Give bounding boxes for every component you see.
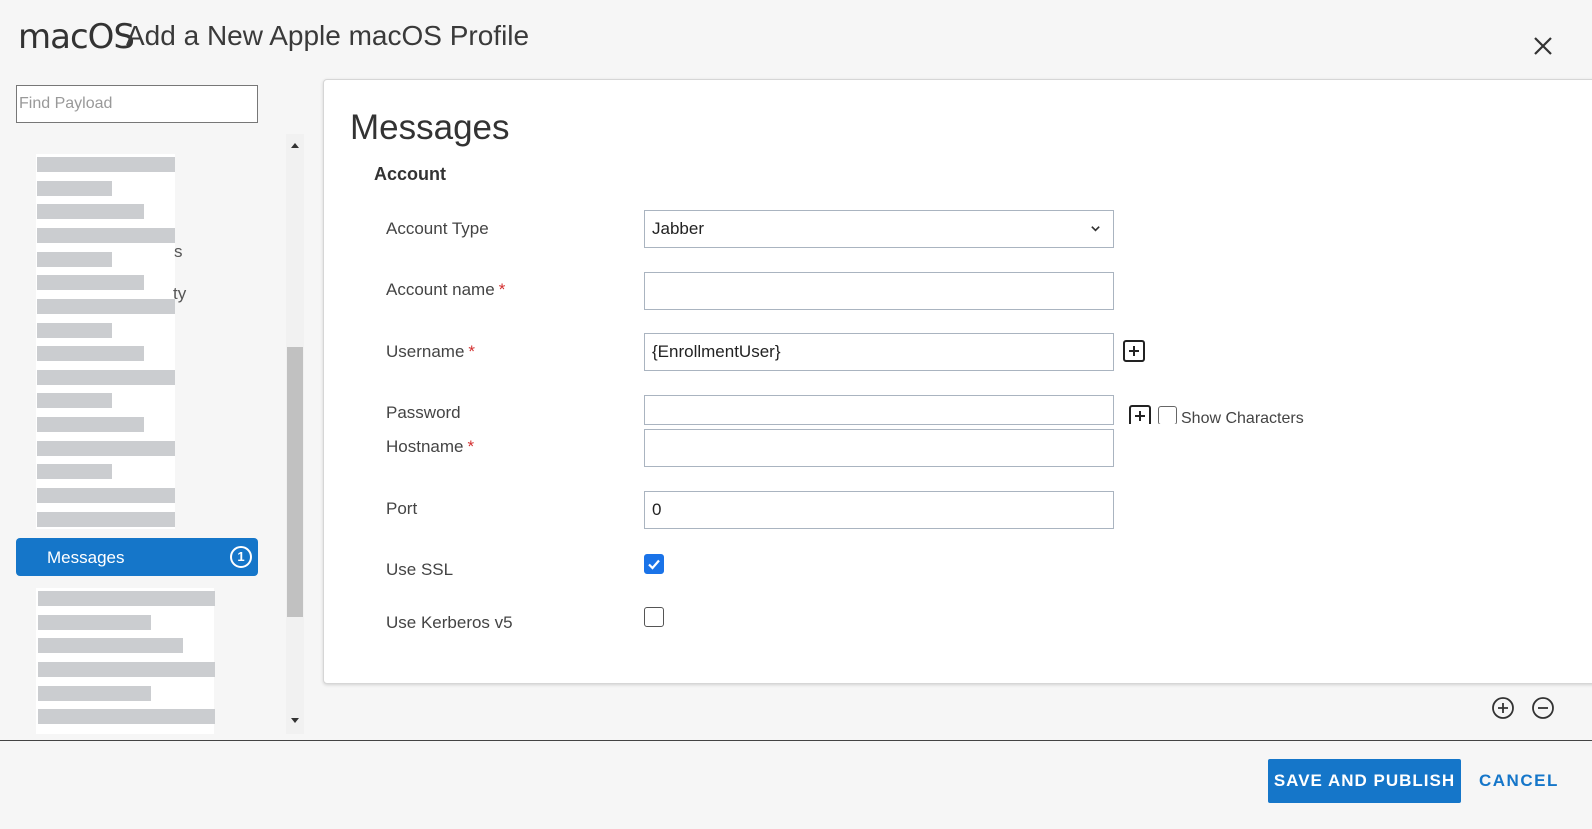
redacted-item[interactable] bbox=[37, 204, 144, 219]
hostname-label: Hostname * bbox=[386, 437, 474, 457]
scrollbar-thumb[interactable] bbox=[287, 347, 303, 617]
account-name-field[interactable] bbox=[644, 272, 1114, 310]
redacted-item[interactable] bbox=[37, 323, 112, 338]
redacted-item[interactable] bbox=[38, 709, 215, 724]
redacted-item[interactable] bbox=[38, 662, 215, 677]
scroll-up-arrow-icon[interactable] bbox=[286, 138, 304, 152]
use-kerberos-checkbox[interactable] bbox=[644, 607, 664, 627]
username-label-text: Username bbox=[386, 342, 465, 361]
close-icon[interactable] bbox=[1530, 33, 1556, 59]
redacted-item[interactable] bbox=[38, 686, 151, 701]
redacted-item[interactable] bbox=[37, 228, 175, 243]
redacted-item[interactable] bbox=[37, 252, 112, 267]
macos-logo: macOS bbox=[18, 17, 135, 57]
use-kerberos-label: Use Kerberos v5 bbox=[386, 613, 513, 632]
port-label: Port bbox=[386, 499, 418, 518]
cancel-button[interactable]: CANCEL bbox=[1479, 771, 1559, 791]
payload-settings-panel: Messages Account Account Type Jabber Acc… bbox=[323, 79, 1592, 684]
hostname-label-text: Hostname bbox=[386, 437, 464, 456]
redacted-item[interactable] bbox=[37, 417, 144, 432]
redacted-item[interactable] bbox=[37, 441, 175, 456]
header: macOS Add a New Apple macOS Profile bbox=[0, 0, 1592, 78]
required-marker: * bbox=[467, 437, 475, 456]
scroll-down-arrow-icon[interactable] bbox=[286, 714, 304, 728]
hostname-field[interactable] bbox=[644, 429, 1114, 467]
add-payload-icon[interactable] bbox=[1491, 696, 1515, 720]
password-options: Show Characters bbox=[1124, 398, 1324, 424]
payload-count-badge: 1 bbox=[230, 546, 252, 568]
sidebar-scrollbar[interactable] bbox=[286, 134, 304, 734]
sidebar-item-label: Messages bbox=[47, 548, 125, 567]
chevron-down-icon bbox=[1090, 211, 1101, 247]
redacted-item[interactable] bbox=[37, 157, 175, 172]
redacted-item[interactable] bbox=[37, 370, 175, 385]
account-name-label: Account name * bbox=[386, 280, 505, 300]
section-title: Account bbox=[374, 164, 446, 184]
find-payload-input[interactable] bbox=[16, 85, 258, 123]
redacted-item[interactable] bbox=[37, 299, 175, 314]
port-field[interactable] bbox=[644, 491, 1114, 529]
page-title: Add a New Apple macOS Profile bbox=[126, 20, 530, 51]
show-characters-checkbox[interactable] bbox=[1158, 406, 1177, 424]
redacted-item[interactable] bbox=[37, 393, 112, 408]
use-ssl-checkbox[interactable] bbox=[644, 554, 664, 574]
insert-lookup-value-icon[interactable] bbox=[1123, 340, 1145, 362]
required-marker: * bbox=[498, 280, 506, 299]
redacted-item[interactable] bbox=[37, 464, 112, 479]
account-type-label: Account Type bbox=[386, 219, 489, 238]
save-and-publish-button[interactable]: SAVE AND PUBLISH bbox=[1268, 759, 1461, 803]
footer: SAVE AND PUBLISH CANCEL bbox=[0, 740, 1592, 829]
redacted-item[interactable] bbox=[37, 488, 175, 503]
username-field[interactable] bbox=[644, 333, 1114, 371]
account-type-select[interactable]: Jabber bbox=[644, 210, 1114, 248]
redacted-item[interactable] bbox=[37, 346, 144, 361]
sidebar-item-messages[interactable]: Messages 1 bbox=[16, 538, 258, 576]
show-characters-label: Show Characters bbox=[1181, 410, 1304, 424]
panel-title: Messages bbox=[350, 108, 510, 147]
use-ssl-label: Use SSL bbox=[386, 560, 454, 579]
redacted-item[interactable] bbox=[38, 638, 183, 653]
payload-sidebar: s ty Messages 1 bbox=[16, 134, 286, 734]
redacted-item[interactable] bbox=[37, 181, 112, 196]
redacted-item[interactable] bbox=[37, 275, 144, 290]
redacted-item[interactable] bbox=[38, 615, 151, 630]
redacted-item[interactable] bbox=[37, 512, 175, 527]
username-label: Username * bbox=[386, 342, 475, 362]
account-name-label-text: Account name bbox=[386, 280, 495, 299]
insert-lookup-value-icon[interactable] bbox=[1129, 405, 1151, 424]
required-marker: * bbox=[468, 342, 476, 361]
remove-payload-icon[interactable] bbox=[1531, 696, 1555, 720]
redacted-item[interactable] bbox=[38, 591, 215, 606]
account-type-value: Jabber bbox=[652, 219, 704, 238]
password-field[interactable] bbox=[644, 395, 1114, 425]
password-label: Password bbox=[386, 403, 461, 422]
partial-label: s bbox=[174, 242, 183, 261]
